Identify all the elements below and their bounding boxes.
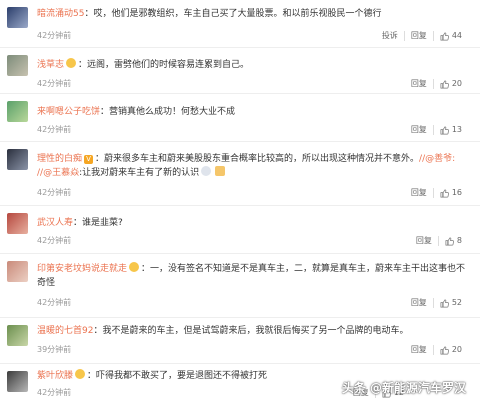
reply-button[interactable]: 回复 <box>410 236 438 246</box>
comment-line: 武汉人寿：谁是韭菜? <box>37 218 123 228</box>
thumbs-up-icon <box>440 189 449 197</box>
comment-list: 暗流涌动55：哎，他们是邪教组织，车主自己买了大量股票。和以前乐视股民一个德行 … <box>0 0 480 404</box>
mention-link[interactable]: //@善爷: <box>419 154 455 164</box>
comment-line: 理性的白痴 V ：蔚来很多车主和蔚来美股股东重合概率比较高的，所以出现这种情况并不意… <box>37 154 456 164</box>
timestamp: 42分钟前 <box>37 188 72 197</box>
comment-text: 蔚来很多车主和蔚来美股股东重合概率比较高的，所以出现这种情况并不意外。 <box>104 154 420 164</box>
username-link[interactable]: 来啊嗯公子吃饼 <box>37 107 100 117</box>
comment-text: 一，没有签名不知道是不是真车主，二，就算是真车主，蔚来车主干出这事也不 <box>150 264 466 274</box>
comment-text: 奇怪 <box>37 278 56 288</box>
comment-text: 谁是韭菜? <box>82 218 123 228</box>
verified-badge-icon: V <box>84 155 94 164</box>
thumbs-up-icon <box>440 299 449 307</box>
comment-item: 武汉人寿：谁是韭菜? 42分钟前 回复 8 <box>0 206 480 254</box>
comment-item: 来啊嗯公子吃饼：营销真他么成功！何愁大业不成 42分钟前 回复 13 <box>0 94 480 142</box>
reply-button[interactable]: 回复 <box>405 125 433 135</box>
like-count: 20 <box>451 79 462 88</box>
comment-text: 哎，他们是邪教组织，车主自己买了大量股票。和以前乐视股民一个德行 <box>93 9 382 19</box>
username-link[interactable]: 紫叶欣滕 <box>37 371 73 381</box>
report-button[interactable]: 投诉 <box>376 31 404 41</box>
emoji-icon <box>66 58 77 68</box>
like-button[interactable]: 8 <box>437 236 468 246</box>
timestamp: 42分钟前 <box>37 31 72 40</box>
comment-item: 理性的白痴 V ：蔚来很多车主和蔚来美股股东重合概率比较高的，所以出现这种情况并不意… <box>0 142 480 206</box>
like-count: 13 <box>451 125 462 134</box>
comment-continuation: 奇怪 <box>37 276 470 290</box>
emoji-icon <box>129 262 140 272</box>
like-button[interactable]: 13 <box>432 125 468 135</box>
avatar[interactable] <box>7 55 28 76</box>
username-link[interactable]: 理性的白痴 <box>37 154 82 164</box>
timestamp: 42分钟前 <box>37 125 72 134</box>
like-button[interactable]: 16 <box>432 188 468 198</box>
comment-text: 营销真他么成功！何愁大业不成 <box>109 107 236 117</box>
username-link[interactable]: 武汉人寿 <box>37 218 73 228</box>
comment-line: 印第安老坟妈说走就走 ：一，没有签名不知道是不是真车主，二，就算是真车主，蔚来车主… <box>37 262 466 274</box>
like-count: 20 <box>451 345 462 354</box>
emoji-icon <box>201 166 212 176</box>
like-count: 52 <box>451 298 462 307</box>
thumbs-up-icon <box>440 80 449 88</box>
reply-button[interactable]: 回复 <box>405 298 433 308</box>
like-button[interactable]: 44 <box>432 31 468 41</box>
thumbs-up-icon <box>440 126 449 134</box>
comment-item: 温暖的七首92：我不是蔚来的车主，但是试驾蔚来后，我就很后悔买了另一个品牌的电动… <box>0 318 480 364</box>
timestamp: 42分钟前 <box>37 79 72 88</box>
comment-actions: 回复 16 <box>405 188 468 198</box>
thumbs-up-emoji-icon <box>215 166 226 176</box>
thumbs-up-icon <box>440 32 449 40</box>
watermark: 头条 @新能源汽车罗汉 <box>341 381 466 395</box>
like-button[interactable]: 20 <box>432 345 468 355</box>
username-link[interactable]: 浅草志 <box>37 60 64 70</box>
reply-button[interactable]: 回复 <box>403 31 433 41</box>
like-count: 8 <box>456 236 462 245</box>
comment-text: 远阁，雷劈他们的时候容易连累到自己。 <box>87 60 250 70</box>
reply-button[interactable]: 回复 <box>405 188 433 198</box>
like-button[interactable]: 52 <box>432 298 468 308</box>
comment-actions: 回复 20 <box>405 345 468 355</box>
comment-line: 来啊嗯公子吃饼：营销真他么成功！何愁大业不成 <box>37 107 236 117</box>
avatar[interactable] <box>7 213 28 234</box>
reply-button[interactable]: 回复 <box>405 79 433 89</box>
emoji-icon <box>75 369 86 379</box>
username-link[interactable]: 温暖的七首92 <box>37 326 93 336</box>
comment-text: :让我对蔚来车主有了新的认识 <box>79 168 200 178</box>
avatar[interactable] <box>7 149 28 170</box>
timestamp: 42分钟前 <box>37 298 72 307</box>
like-count: 44 <box>451 31 462 40</box>
comment-item: 浅草志 ：远阁，雷劈他们的时候容易连累到自己。 42分钟前 回复 20 <box>0 48 480 94</box>
mention-link[interactable]: //@王慕焱 <box>37 168 79 178</box>
comment-line: 温暖的七首92：我不是蔚来的车主，但是试驾蔚来后，我就很后悔买了另一个品牌的电动… <box>37 326 409 336</box>
avatar[interactable] <box>7 325 28 346</box>
username-link[interactable]: 暗流涌动55 <box>37 9 84 19</box>
comment-line: 暗流涌动55：哎，他们是邪教组织，车主自己买了大量股票。和以前乐视股民一个德行 <box>37 9 382 19</box>
like-button[interactable]: 20 <box>432 79 468 89</box>
comment-actions: 回复 8 <box>410 236 468 246</box>
thumbs-up-icon <box>440 346 449 354</box>
comment-actions: 回复 13 <box>405 125 468 135</box>
comment-actions: 回复 52 <box>405 298 468 308</box>
avatar[interactable] <box>7 261 28 282</box>
timestamp: 42分钟前 <box>37 236 72 245</box>
username-link[interactable]: 印第安老坟妈说走就走 <box>37 264 127 274</box>
avatar[interactable] <box>7 371 28 392</box>
comment-line: 浅草志 ：远阁，雷劈他们的时候容易连累到自己。 <box>37 58 250 70</box>
comment-item: 印第安老坟妈说走就走 ：一，没有签名不知道是不是真车主，二，就算是真车主，蔚来车主… <box>0 254 480 318</box>
comment-actions: 回复 20 <box>405 79 468 89</box>
timestamp: 42分钟前 <box>37 388 72 397</box>
thumbs-up-icon <box>445 237 454 245</box>
like-count: 16 <box>451 188 462 197</box>
avatar[interactable] <box>7 101 28 122</box>
comment-continuation: //@王慕焱:让我对蔚来车主有了新的认识 <box>37 166 470 180</box>
timestamp: 39分钟前 <box>37 345 72 354</box>
comment-item: 暗流涌动55：哎，他们是邪教组织，车主自己买了大量股票。和以前乐视股民一个德行 … <box>0 0 480 48</box>
reply-button[interactable]: 回复 <box>405 345 433 355</box>
comment-text: 吓得我都不敢买了，要是退图还不得被打死 <box>96 371 268 381</box>
comment-text: 我不是蔚来的车主，但是试驾蔚来后，我就很后悔买了另一个品牌的电动车。 <box>102 326 409 336</box>
avatar[interactable] <box>7 7 28 28</box>
comment-actions: 投诉 回复 44 <box>376 31 468 41</box>
